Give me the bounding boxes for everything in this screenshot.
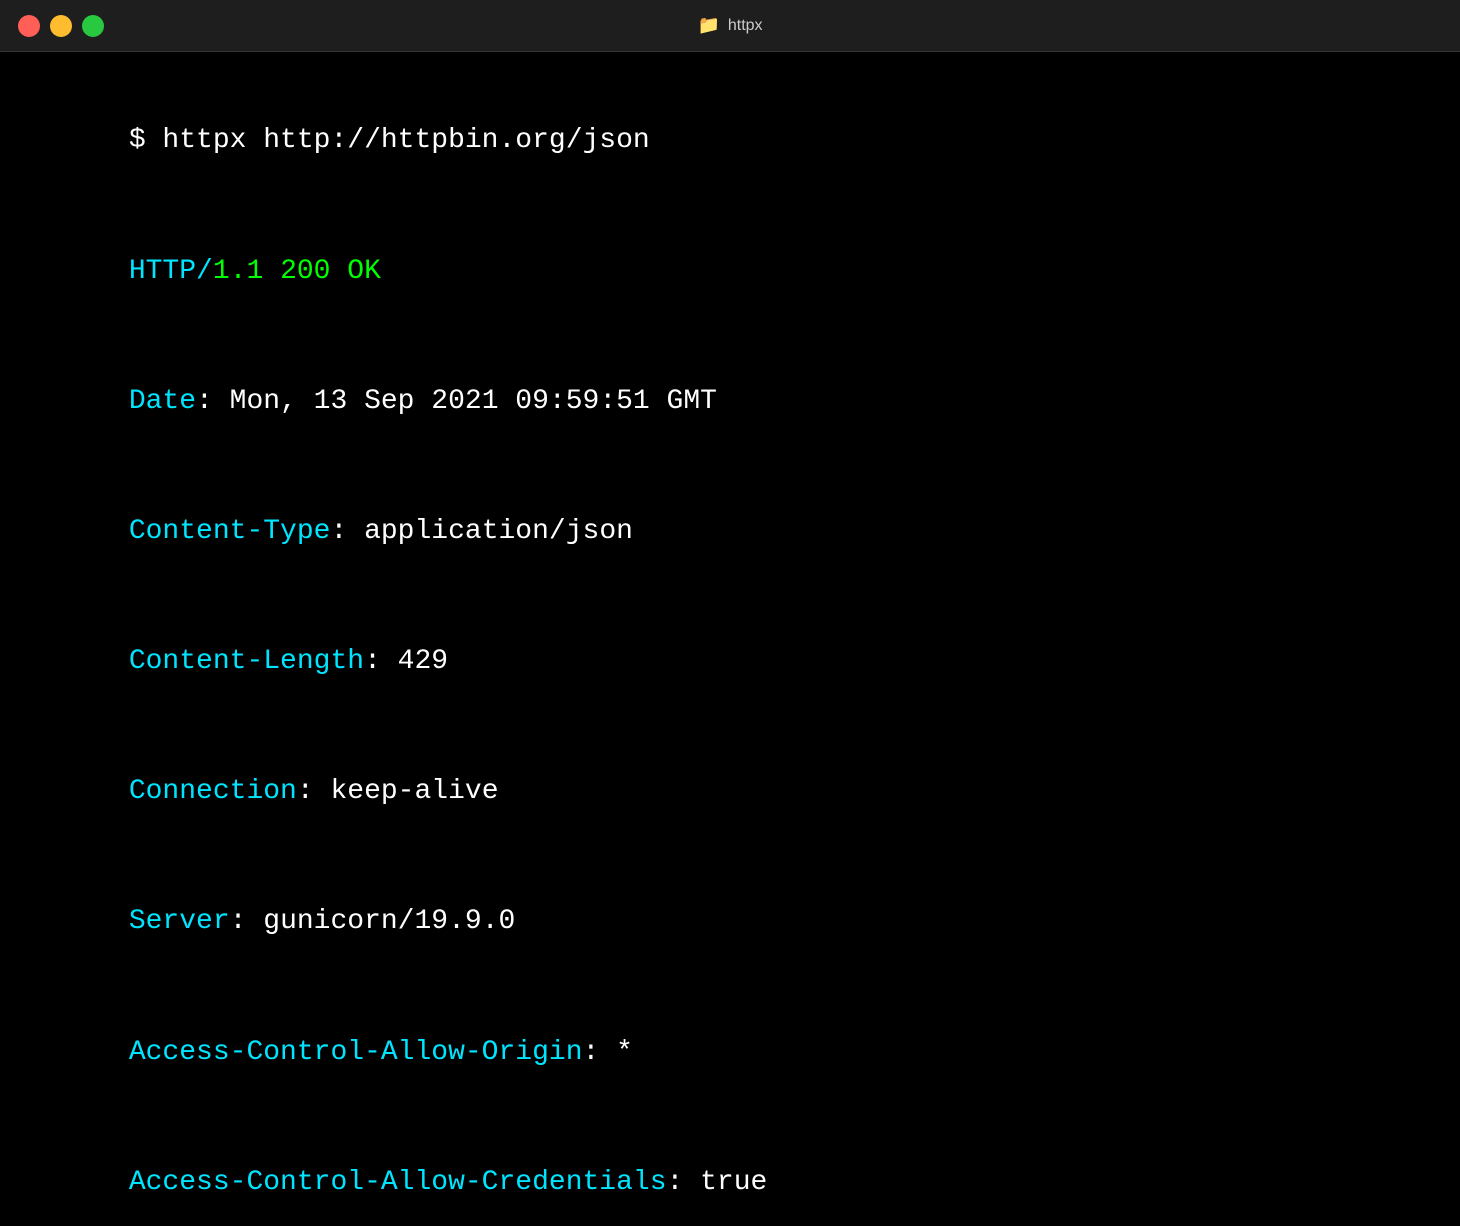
- header-acac-val: : true: [667, 1167, 768, 1198]
- header-content-length: Content-Length: 429: [28, 597, 1432, 727]
- header-ct-val: : application/json: [330, 516, 632, 547]
- command-text: $ httpx http://httpbin.org/json: [129, 125, 650, 156]
- header-acac: Access-Control-Allow-Credentials: true: [28, 1117, 1432, 1226]
- header-server-val: : gunicorn/19.9.0: [230, 906, 516, 937]
- maximize-button[interactable]: [82, 15, 104, 37]
- command-line: $ httpx http://httpbin.org/json: [28, 76, 1432, 206]
- header-acac-key: Access-Control-Allow-Credentials: [129, 1167, 667, 1198]
- status-code: 200: [280, 256, 330, 287]
- header-conn-val: : keep-alive: [297, 776, 499, 807]
- status-line: HTTP/1.1 200 OK: [28, 206, 1432, 336]
- window-title: 📁 httpx: [697, 15, 762, 36]
- header-date-key: Date: [129, 386, 196, 417]
- header-server-key: Server: [129, 906, 230, 937]
- header-conn-key: Connection: [129, 776, 297, 807]
- header-cl-key: Content-Length: [129, 646, 364, 677]
- terminal-body: $ httpx http://httpbin.org/json HTTP/1.1…: [0, 52, 1460, 1226]
- header-cl-val: : 429: [364, 646, 448, 677]
- header-content-type: Content-Type: application/json: [28, 467, 1432, 597]
- http-version: 1.1: [213, 256, 280, 287]
- titlebar: 📁 httpx: [0, 0, 1460, 52]
- header-date: Date: Mon, 13 Sep 2021 09:59:51 GMT: [28, 336, 1432, 466]
- title-label: httpx: [728, 17, 763, 35]
- header-acao-val: : *: [583, 1037, 633, 1068]
- header-date-colon: : Mon, 13 Sep 2021 09:59:51 GMT: [196, 386, 717, 417]
- header-ct-key: Content-Type: [129, 516, 331, 547]
- window-controls: [18, 15, 104, 37]
- header-server: Server: gunicorn/19.9.0: [28, 857, 1432, 987]
- minimize-button[interactable]: [50, 15, 72, 37]
- status-ok: OK: [330, 256, 380, 287]
- close-button[interactable]: [18, 15, 40, 37]
- http-label: HTTP/: [129, 256, 213, 287]
- header-acao-key: Access-Control-Allow-Origin: [129, 1037, 583, 1068]
- terminal-window: 📁 httpx $ httpx http://httpbin.org/json …: [0, 0, 1460, 1226]
- header-acao: Access-Control-Allow-Origin: *: [28, 987, 1432, 1117]
- header-connection: Connection: keep-alive: [28, 727, 1432, 857]
- folder-icon: 📁: [697, 15, 719, 36]
